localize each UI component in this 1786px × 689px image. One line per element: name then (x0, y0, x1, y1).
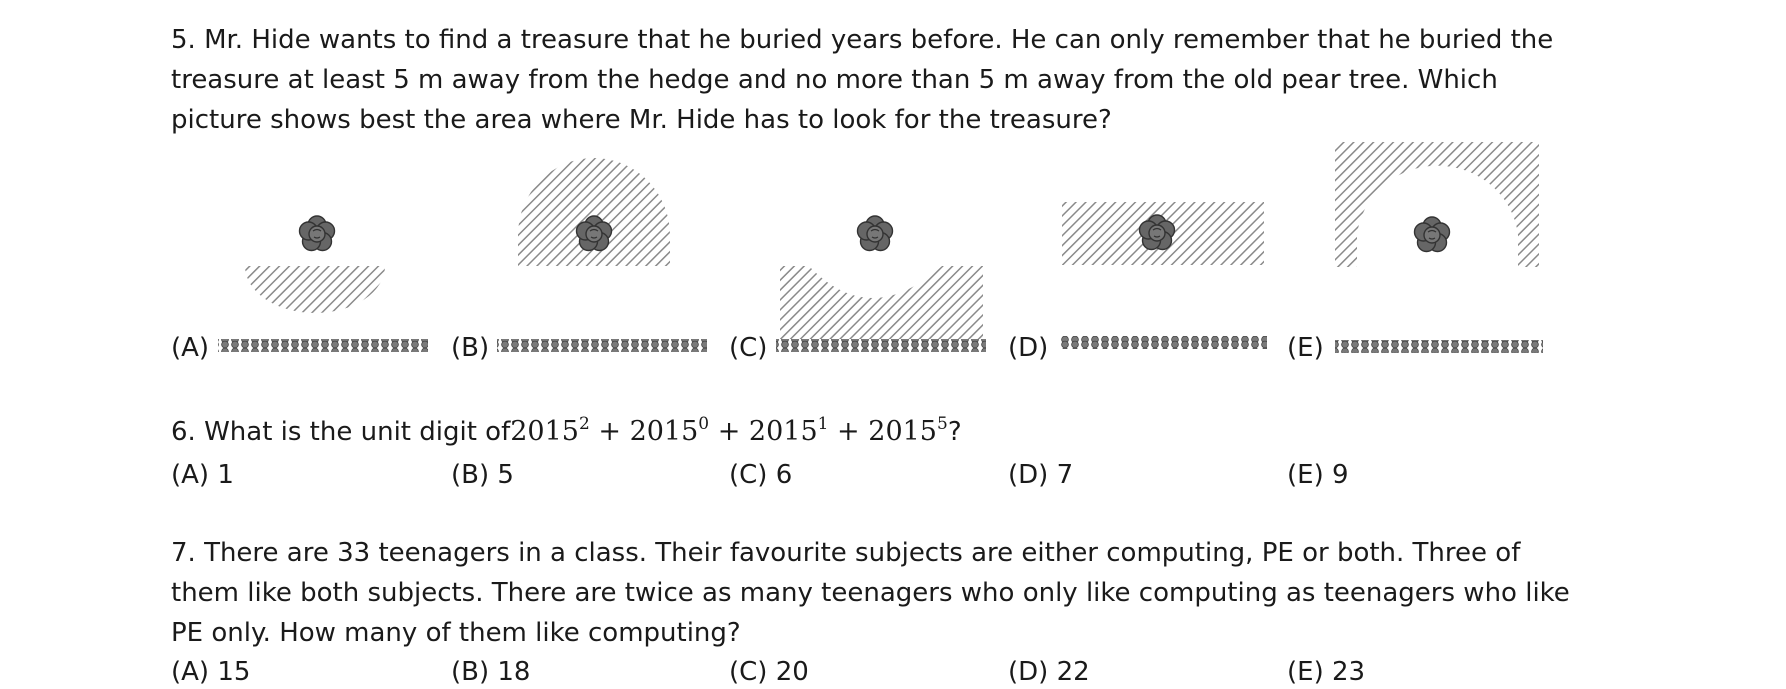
figure-d-hedge (1059, 336, 1267, 349)
question-7-line-1: 7. There are 33 teenagers in a class. Th… (171, 538, 1521, 568)
question-6-option-a[interactable]: (A) 1 (171, 458, 234, 492)
question-7-option-c[interactable]: (C) 20 (729, 655, 809, 689)
question-5-figures (218, 142, 1543, 353)
term-4-exponent: 5 (936, 414, 948, 434)
figure-a-shaded-region (245, 266, 385, 313)
question-7-line-3: PE only. How many of them like computing… (171, 618, 741, 648)
question-6-option-b[interactable]: (B) 5 (451, 458, 514, 492)
question-6-prefix: 6. What is the unit digit of (171, 417, 511, 447)
figure-b-shaded-region (518, 158, 670, 266)
question-7-option-d[interactable]: (D) 22 (1008, 655, 1090, 689)
figure-c-pear-tree-icon (856, 215, 894, 252)
figure-e-pear-tree-icon (1413, 216, 1451, 253)
figure-e (1335, 142, 1543, 353)
term-2-exponent: 0 (698, 414, 710, 434)
question-5-option-e[interactable]: (E) (1287, 331, 1324, 365)
plus-2: + (709, 416, 749, 447)
figure-e-hedge (1335, 340, 1543, 353)
term-3-exponent: 1 (817, 414, 829, 434)
question-6-expression: 20152 + 20150 + 20151 + 20155 (510, 414, 948, 448)
figure-c (776, 215, 986, 352)
question-6-option-c[interactable]: (C) 6 (729, 458, 792, 492)
term-2-base: 2015 (629, 416, 699, 447)
question-5-option-c[interactable]: (C) (729, 331, 767, 365)
figure-c-shaded-region (780, 266, 983, 343)
term-1-exponent: 2 (578, 414, 590, 434)
term-4-base: 2015 (868, 416, 937, 447)
plus-1: + (589, 416, 630, 447)
figure-b (497, 158, 707, 352)
figure-b-hedge (497, 339, 707, 352)
question-7-line-2: them like both subjects. There are twice… (171, 578, 1570, 608)
question-5-option-b[interactable]: (B) (451, 331, 489, 365)
question-7-option-e[interactable]: (E) 23 (1287, 655, 1365, 689)
plus-3: + (828, 416, 869, 447)
figure-a-hedge (218, 339, 428, 352)
question-7-option-a[interactable]: (A) 15 (171, 655, 250, 689)
figure-d (1059, 202, 1267, 349)
figure-c-hedge (776, 339, 986, 352)
question-6-suffix: ? (947, 417, 962, 447)
question-7-option-b[interactable]: (B) 18 (451, 655, 530, 689)
question-7-text: 7. There are 33 teenagers in a class. Th… (171, 533, 1570, 653)
question-5-option-a[interactable]: (A) (171, 331, 209, 365)
term-1-base: 2015 (510, 416, 579, 447)
question-6-option-d[interactable]: (D) 7 (1008, 458, 1073, 492)
question-5-option-d[interactable]: (D) (1008, 331, 1048, 365)
question-6-option-e[interactable]: (E) 9 (1287, 458, 1349, 492)
figure-a (218, 215, 428, 352)
figure-a-pear-tree-icon (298, 215, 336, 252)
question-6-text: 6. What is the unit digit of20152 + 2015… (171, 412, 962, 452)
term-3-base: 2015 (748, 416, 818, 447)
